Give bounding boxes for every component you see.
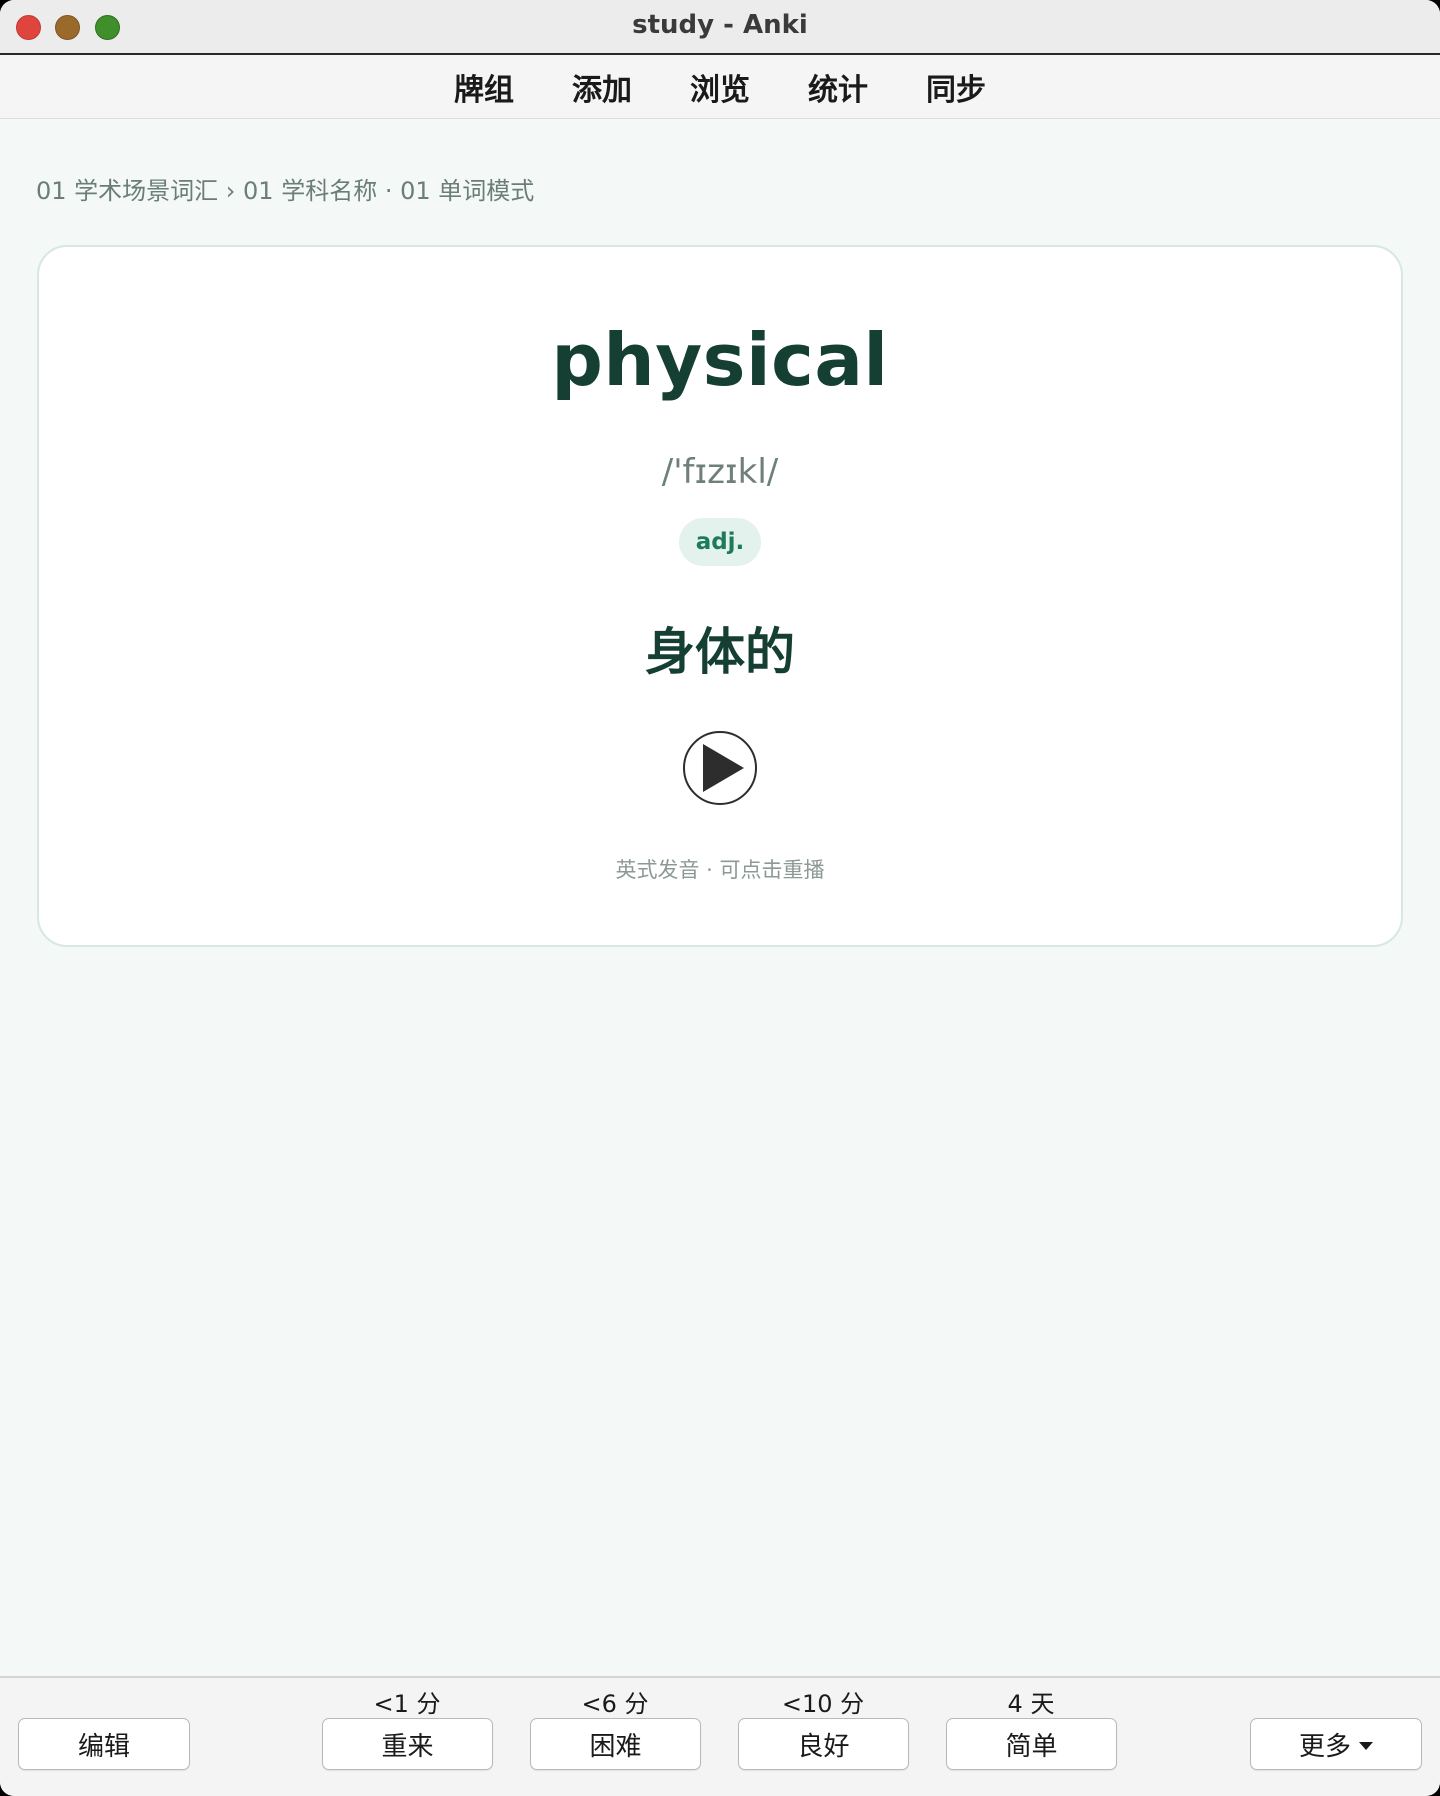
good-button[interactable]: 良好	[738, 1718, 909, 1770]
more-button[interactable]: 更多	[1250, 1718, 1422, 1770]
card-phonetic: /'fɪzɪkl/	[661, 452, 779, 492]
anki-window: study - Anki 牌组 添加 浏览 统计 同步 01 学术场景词汇 › …	[0, 0, 1440, 1796]
toolbar-sync[interactable]: 同步	[897, 65, 1015, 109]
main-toolbar: 牌组 添加 浏览 统计 同步	[0, 55, 1440, 119]
audio-hint: 英式发音 · 可点击重播	[615, 858, 825, 882]
toolbar-browse[interactable]: 浏览	[661, 65, 779, 109]
toolbar-decks[interactable]: 牌组	[425, 65, 543, 109]
edit-button[interactable]: 编辑	[18, 1718, 190, 1770]
window-title: study - Anki	[632, 10, 808, 40]
card-word: physical	[551, 318, 889, 402]
caret-down-icon	[1359, 1742, 1373, 1750]
toolbar-add[interactable]: 添加	[543, 65, 661, 109]
interval-easy: 4 天	[1007, 1690, 1055, 1718]
title-bar[interactable]: study - Anki	[0, 0, 1440, 55]
again-button[interactable]: 重来	[322, 1718, 493, 1770]
toolbar-stats[interactable]: 统计	[779, 65, 897, 109]
card-meaning: 身体的	[645, 623, 795, 681]
interval-hard: <6 分	[581, 1690, 649, 1718]
interval-again: <1 分	[373, 1690, 441, 1718]
part-of-speech-badge: adj.	[679, 518, 761, 566]
interval-good: <10 分	[781, 1690, 865, 1718]
play-audio-button[interactable]	[682, 730, 758, 806]
more-button-label: 更多	[1298, 1731, 1351, 1762]
play-icon	[683, 731, 757, 805]
hard-button[interactable]: 困难	[530, 1718, 701, 1770]
easy-button[interactable]: 简单	[946, 1718, 1117, 1770]
answer-bar: 编辑 <1 分 重来 <6 分 困难 <10 分 良好 4 天 简单 更多	[0, 1676, 1440, 1796]
breadcrumb: 01 学术场景词汇 › 01 学科名称 · 01 单词模式	[36, 177, 535, 205]
